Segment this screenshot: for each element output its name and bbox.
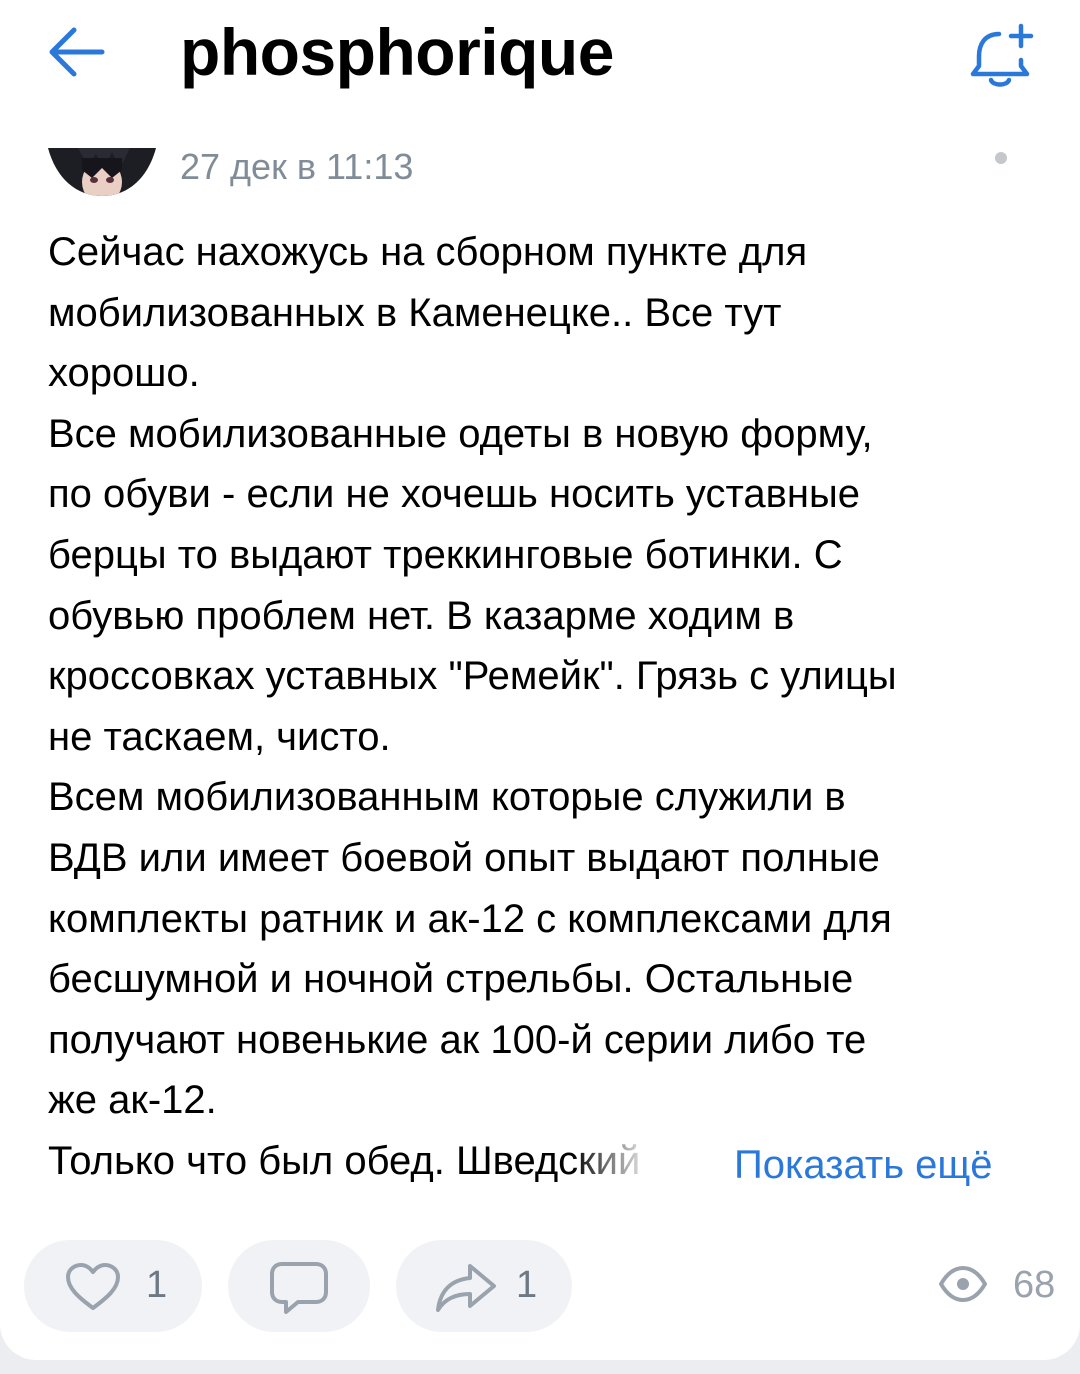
post-text-line: по обуви - если не хочешь носить уставны…: [48, 472, 860, 517]
page-title: phosphorique: [180, 15, 614, 89]
views-counter: 68: [938, 1262, 1055, 1312]
post-text-line: бесшумной и ночной стрельбы. Остальные: [48, 957, 854, 1002]
post-text-line: обувью проблем нет. В казарме ходим в: [48, 593, 795, 638]
post-text: Сейчас нахожусь на сборном пункте для мо…: [48, 222, 1048, 1192]
eye-icon: [939, 1266, 987, 1302]
post-text-line: получают новенькие ак 100-й серии либо т…: [48, 1017, 867, 1062]
bell-plus-icon[interactable]: [965, 20, 1041, 92]
post-text-fade: дский: [534, 1138, 641, 1183]
comment-icon: [270, 1262, 328, 1314]
post-text-line: комплекты ратник и ак-12 с комплексами д…: [48, 896, 892, 941]
avatar[interactable]: [48, 148, 156, 196]
show-more-link[interactable]: Показать ещё: [734, 1135, 993, 1195]
post-text-line: Сейчас нахожусь на сборном пункте для: [48, 230, 808, 274]
post-text-line: ВДВ или имеет боевой опыт выдают полные: [48, 835, 880, 880]
share-arrow-icon: [436, 1264, 496, 1312]
post-text-line: же ак-12.: [48, 1078, 217, 1123]
arrow-left-icon[interactable]: [44, 22, 108, 82]
share-count: 1: [516, 1264, 538, 1306]
post-text-line: кроссовках уставных "Ремейк". Грязь с ул…: [48, 654, 897, 699]
heart-icon: [66, 1263, 120, 1310]
post-text-line: берцы то выдают треккинговые ботинки. С: [48, 532, 843, 577]
post-text-line: Всем мобилизованным которые служили в: [48, 775, 846, 820]
views-count: 68: [1013, 1264, 1056, 1306]
post-text-line: хорошо.: [48, 351, 200, 396]
post-timestamp[interactable]: 27 дек в 11:13: [180, 146, 413, 188]
more-dot-icon[interactable]: [995, 152, 1007, 164]
post-text-line: мобилизованных в Каменецке.. Все тут: [48, 290, 782, 335]
post-card: phosphorique 27 дек в 11:13 Сейчас нахож…: [0, 0, 1080, 1360]
like-count: 1: [146, 1264, 168, 1306]
comment-button[interactable]: [228, 1240, 370, 1332]
post-text-line: Все мобилизованные одеты в новую форму,: [48, 411, 873, 456]
share-button[interactable]: 1: [396, 1240, 572, 1332]
post-text-truncated: Только что был обед. Шве: [48, 1138, 535, 1183]
like-button[interactable]: 1: [24, 1240, 202, 1332]
post-text-line: не таскаем, чисто.: [48, 714, 391, 759]
